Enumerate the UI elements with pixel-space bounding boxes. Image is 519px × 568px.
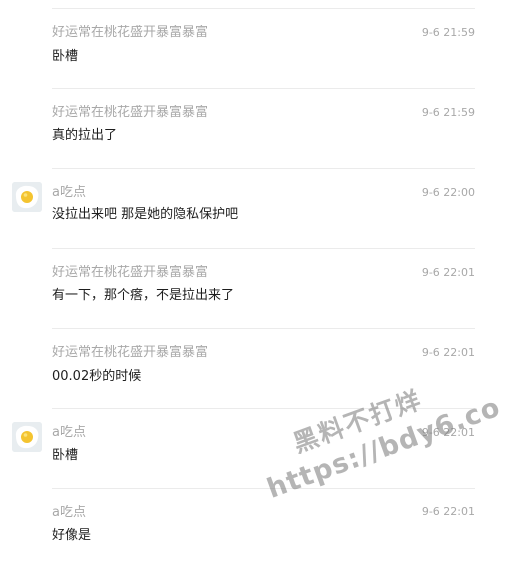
avatar[interactable] [12,182,42,212]
comment-timestamp: 9-6 21:59 [421,26,475,39]
comment-username[interactable]: a吃点 [52,185,214,201]
comment-item: 好运常在桃花盛开暴富暴富 9-6 21:59 卧槽 [0,8,519,88]
comment-username[interactable]: 好运常在桃花盛开暴富暴富 [52,265,214,281]
comment-timestamp: 9-6 22:00 [421,186,475,199]
fried-egg-icon [12,182,42,212]
comment-item: 好运常在桃花盛开暴富暴富 9-6 22:01 00.02秒的时候 [0,328,519,408]
comment-text: 有一下，那个瘩，不是拉出来了 [52,288,235,303]
comment-item: 好运常在桃花盛开暴富暴富 9-6 22:01 有一下，那个瘩，不是拉出来了 [0,248,519,328]
comment-timestamp: 9-6 22:01 [421,346,475,359]
comment-text: 00.02秒的时候 [52,369,142,384]
comment-timestamp: 9-6 22:01 [421,266,475,279]
comment-username[interactable]: a吃点 [52,505,214,521]
comment-text: 卧槽 [52,49,79,64]
comment-timestamp: 9-6 21:59 [421,106,475,119]
comment-username[interactable]: a吃点 [52,425,214,441]
comment-username[interactable]: 好运常在桃花盛开暴富暴富 [52,105,214,121]
comment-username[interactable]: 好运常在桃花盛开暴富暴富 [52,25,214,41]
avatar[interactable] [12,422,42,452]
comment-text: 没拉出来吧 那是她的隐私保护吧 [52,207,239,222]
comment-timestamp: 9-6 22:01 [421,426,475,439]
comment-item: a吃点 9-6 22:01 卧槽 [0,408,519,488]
comment-item: 好运常在桃花盛开暴富暴富 9-6 21:59 真的拉出了 [0,88,519,168]
comment-username[interactable]: 好运常在桃花盛开暴富暴富 [52,345,214,361]
comment-text: 卧槽 [52,448,79,463]
comment-item: a吃点 9-6 22:00 没拉出来吧 那是她的隐私保护吧 [0,168,519,248]
comment-item: a吃点 9-6 22:01 好像是 [0,488,519,568]
comment-timestamp: 9-6 22:01 [421,505,475,518]
fried-egg-icon [12,422,42,452]
comment-text: 好像是 [52,528,92,543]
comment-text: 真的拉出了 [52,128,118,143]
